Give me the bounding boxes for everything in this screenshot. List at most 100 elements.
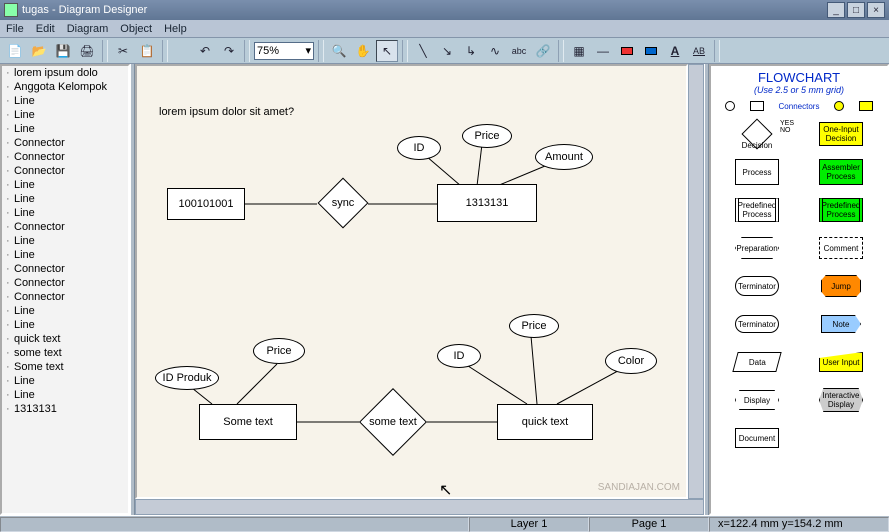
palette-document[interactable]: Document	[717, 421, 797, 455]
tree-item[interactable]: Line	[2, 206, 128, 220]
tree-item[interactable]: Connector	[2, 136, 128, 150]
tree-item[interactable]: Connector	[2, 262, 128, 276]
line-tool[interactable]: ╲	[412, 40, 434, 62]
tree-item[interactable]: Connector	[2, 290, 128, 304]
palette-note[interactable]: Note	[801, 307, 881, 341]
node-ellipse-price2[interactable]: Price	[253, 338, 305, 364]
status-layer[interactable]: Layer 1	[469, 517, 589, 532]
palette-comment[interactable]: Comment	[801, 231, 881, 265]
palette-jump[interactable]: Jump	[801, 269, 881, 303]
tree-item[interactable]: lorem ipsum dolo	[2, 66, 128, 80]
menu-object[interactable]: Object	[120, 23, 152, 35]
line-color[interactable]	[640, 40, 662, 62]
node-ellipse-amount[interactable]: Amount	[535, 144, 593, 170]
cut-button[interactable]: ✂	[112, 40, 134, 62]
fill-color[interactable]	[616, 40, 638, 62]
connector-shape-yellow-icon[interactable]	[859, 101, 873, 111]
minimize-button[interactable]: _	[827, 2, 845, 18]
node-rect1[interactable]: 100101001	[167, 188, 245, 220]
text-color[interactable]: A	[664, 40, 686, 62]
tree-item[interactable]: Connector	[2, 276, 128, 290]
canvas-vscroll[interactable]	[688, 64, 704, 499]
connector-circle-icon[interactable]	[725, 101, 735, 111]
node-ellipse-id1[interactable]: ID	[397, 136, 441, 160]
node-ellipse-color[interactable]: Color	[605, 348, 657, 374]
tree-item[interactable]: Line	[2, 178, 128, 192]
tree-item[interactable]: Line	[2, 304, 128, 318]
palette-terminator[interactable]: Terminator	[717, 269, 797, 303]
palette-terminator2[interactable]: Terminator	[717, 307, 797, 341]
tree-item[interactable]: Line	[2, 234, 128, 248]
palette-assembler[interactable]: Assembler Process	[801, 155, 881, 189]
node-rect2[interactable]: 1313131	[437, 184, 537, 222]
menu-edit[interactable]: Edit	[36, 23, 55, 35]
arrow-tool[interactable]: ↘	[436, 40, 458, 62]
tree-item[interactable]: Line	[2, 122, 128, 136]
font-button[interactable]: AB	[688, 40, 710, 62]
tree-item[interactable]: Line	[2, 374, 128, 388]
connector-shape-icon[interactable]	[750, 101, 764, 111]
palette-userinput[interactable]: User Input	[801, 345, 881, 379]
node-ellipse-price3[interactable]: Price	[509, 314, 559, 338]
tree-item[interactable]: Some text	[2, 360, 128, 374]
tree-item[interactable]: 1313131	[2, 402, 128, 416]
palette-predefined2[interactable]: Predefined Process	[801, 193, 881, 227]
open-button[interactable]: 📂	[28, 40, 50, 62]
tree-item[interactable]: Line	[2, 108, 128, 122]
menu-diagram[interactable]: Diagram	[67, 23, 109, 35]
magnify-button[interactable]: 🔍	[328, 40, 350, 62]
zoom-combo[interactable]: 75%▾	[254, 42, 314, 60]
menu-help[interactable]: Help	[164, 23, 187, 35]
palette-preparation[interactable]: Preparation	[717, 231, 797, 265]
node-ellipse-id2[interactable]: ID	[437, 344, 481, 368]
canvas[interactable]: lorem ipsum dolor sit amet? 100101001 sy…	[135, 64, 688, 499]
new-button[interactable]: 📄	[4, 40, 26, 62]
palette-data[interactable]: Data	[717, 345, 797, 379]
palette-interactive[interactable]: Interactive Display	[801, 383, 881, 417]
print-button[interactable]: 🖨	[76, 40, 98, 62]
tree-item[interactable]: Connector	[2, 150, 128, 164]
curve-tool[interactable]: ∿	[484, 40, 506, 62]
pan-button[interactable]: ✋	[352, 40, 374, 62]
status-page[interactable]: Page 1	[589, 517, 709, 532]
tree-item[interactable]: Line	[2, 388, 128, 402]
node-rect3[interactable]: Some text	[199, 404, 297, 440]
redo-button[interactable]: ↷	[218, 40, 240, 62]
canvas-hscroll[interactable]	[135, 499, 704, 515]
copy-button[interactable]: 📋	[136, 40, 158, 62]
tree-item[interactable]: Connector	[2, 164, 128, 178]
node-ellipse-price1[interactable]: Price	[462, 124, 512, 148]
tree-item[interactable]: Anggota Kelompok	[2, 80, 128, 94]
tree-item[interactable]: some text	[2, 346, 128, 360]
connector-tool[interactable]: ↳	[460, 40, 482, 62]
tree-item[interactable]: Line	[2, 192, 128, 206]
window-title: tugas - Diagram Designer	[22, 4, 147, 16]
tree-item[interactable]: Line	[2, 94, 128, 108]
tree-item[interactable]: Line	[2, 318, 128, 332]
link-tool[interactable]: 🔗	[532, 40, 554, 62]
palette-predefined[interactable]: Predefined Process	[717, 193, 797, 227]
undo-button[interactable]: ↶	[194, 40, 216, 62]
text-tool[interactable]: abc	[508, 40, 530, 62]
palette-oneinput-decision[interactable]: One-Input Decision	[801, 117, 881, 151]
group-tool[interactable]: ▦	[568, 40, 590, 62]
palette-display[interactable]: Display	[717, 383, 797, 417]
palette-panel[interactable]: FLOWCHART (Use 2.5 or 5 mm grid) Connect…	[709, 64, 889, 515]
maximize-button[interactable]: □	[847, 2, 865, 18]
node-diamond2[interactable]: some text	[355, 392, 431, 452]
close-button[interactable]: ×	[867, 2, 885, 18]
connector-circle-yellow-icon[interactable]	[834, 101, 844, 111]
menu-file[interactable]: File	[6, 23, 24, 35]
tree-item[interactable]: quick text	[2, 332, 128, 346]
outline-panel[interactable]: lorem ipsum doloAnggota KelompokLineLine…	[0, 64, 130, 515]
palette-process[interactable]: Process	[717, 155, 797, 189]
palette-decision[interactable]: YESNO Decision	[717, 117, 797, 151]
node-ellipse-idproduk[interactable]: ID Produk	[155, 366, 219, 390]
node-diamond1[interactable]: sync	[317, 182, 369, 224]
tree-item[interactable]: Line	[2, 248, 128, 262]
save-button[interactable]: 💾	[52, 40, 74, 62]
line-style[interactable]: —	[592, 40, 614, 62]
tree-item[interactable]: Connector	[2, 220, 128, 234]
select-button[interactable]: ↖	[376, 40, 398, 62]
node-rect4[interactable]: quick text	[497, 404, 593, 440]
